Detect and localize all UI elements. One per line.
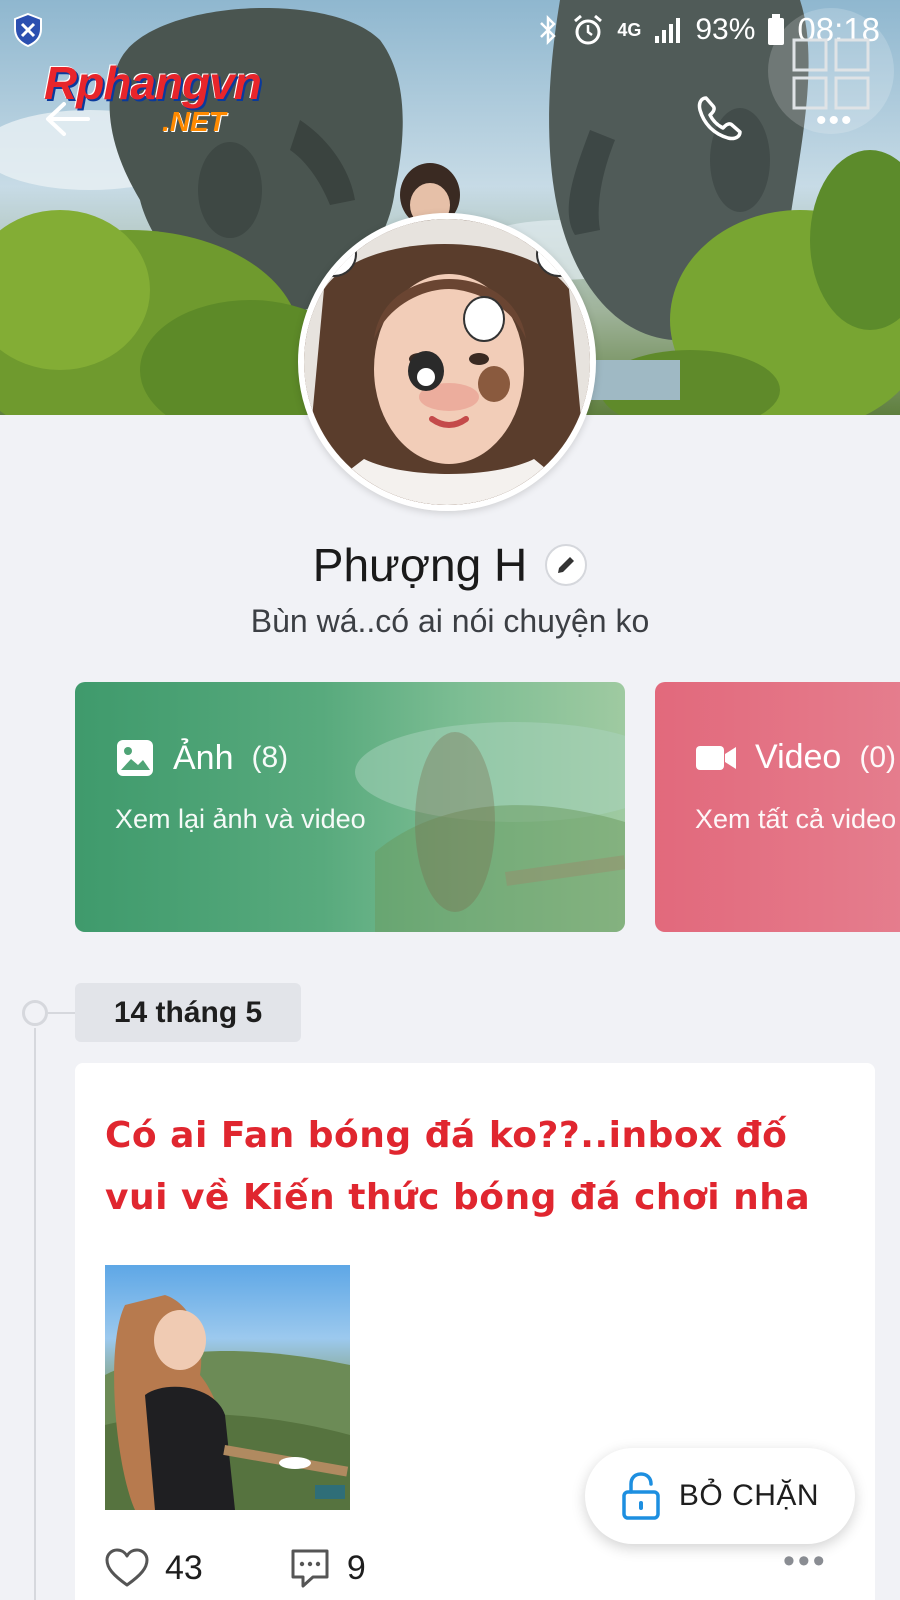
comment-count: 9 bbox=[346, 1548, 366, 1587]
post-image[interactable] bbox=[105, 1265, 350, 1510]
shield-icon bbox=[12, 12, 44, 56]
post-more-icon[interactable]: ••• bbox=[783, 1544, 828, 1578]
timeline-connector bbox=[48, 1012, 75, 1014]
comment-icon bbox=[291, 1549, 329, 1588]
network-type: 4G bbox=[617, 20, 642, 40]
post-date: 14 tháng 5 bbox=[75, 983, 301, 1042]
bluetooth-icon bbox=[537, 14, 559, 46]
videos-card-count: (0) bbox=[859, 740, 897, 774]
call-button[interactable] bbox=[692, 92, 746, 146]
avatar[interactable] bbox=[298, 213, 596, 511]
photos-card[interactable]: Ảnh (8) Xem lại ảnh và video bbox=[75, 682, 625, 932]
heart-icon bbox=[105, 1548, 149, 1587]
phone-icon bbox=[697, 96, 742, 141]
watermark-sub: .NET bbox=[162, 106, 226, 137]
post-photo bbox=[105, 1295, 350, 1510]
image-icon bbox=[117, 740, 153, 776]
post-text: Có ai Fan bóng đá ko??..inbox đố vui về … bbox=[105, 1115, 811, 1218]
post-actions: 43 9 bbox=[105, 1543, 366, 1593]
timeline-dot bbox=[22, 1000, 48, 1026]
timeline-line bbox=[34, 1028, 36, 1600]
avatar-photo bbox=[304, 219, 590, 505]
videos-card-label: Video bbox=[755, 738, 842, 776]
back-button[interactable] bbox=[42, 96, 94, 142]
videos-card-subtitle: Xem tất cả video bbox=[695, 804, 897, 834]
more-options-button[interactable]: ••• bbox=[768, 8, 894, 137]
video-icon bbox=[696, 745, 736, 770]
profile-status: Bùn wá..có ai nói chuyện ko bbox=[250, 603, 650, 639]
profile-name-row: Phượng H bbox=[0, 530, 900, 600]
grid-icon bbox=[792, 38, 870, 110]
edit-name-button[interactable] bbox=[545, 544, 588, 586]
photos-card-count: (8) bbox=[251, 741, 289, 774]
like-count: 43 bbox=[165, 1548, 203, 1587]
profile-name: Phượng H bbox=[312, 539, 528, 591]
unblock-label: BỎ CHẶN bbox=[678, 1479, 820, 1512]
photos-card-title: Ảnh (8) bbox=[115, 738, 288, 778]
status-bar: 4G 93% 08:18 bbox=[0, 0, 900, 60]
pencil-icon bbox=[558, 557, 575, 573]
unlock-icon bbox=[622, 1472, 660, 1520]
videos-card-title: Video (0) bbox=[695, 738, 896, 777]
unblock-button[interactable]: BỎ CHẶN bbox=[585, 1448, 855, 1544]
like-button[interactable]: 43 bbox=[105, 1548, 203, 1588]
alarm-icon bbox=[571, 13, 605, 47]
back-arrow-icon bbox=[46, 102, 90, 136]
more-icon: ••• bbox=[816, 104, 854, 137]
battery-percent: 93% bbox=[695, 13, 756, 46]
photos-card-subtitle: Xem lại ảnh và video bbox=[115, 804, 366, 834]
signal-icon bbox=[653, 16, 683, 44]
photos-card-label: Ảnh bbox=[173, 738, 234, 777]
videos-card[interactable]: Video (0) Xem tất cả video bbox=[655, 682, 900, 932]
comment-button[interactable]: 9 bbox=[289, 1547, 366, 1589]
